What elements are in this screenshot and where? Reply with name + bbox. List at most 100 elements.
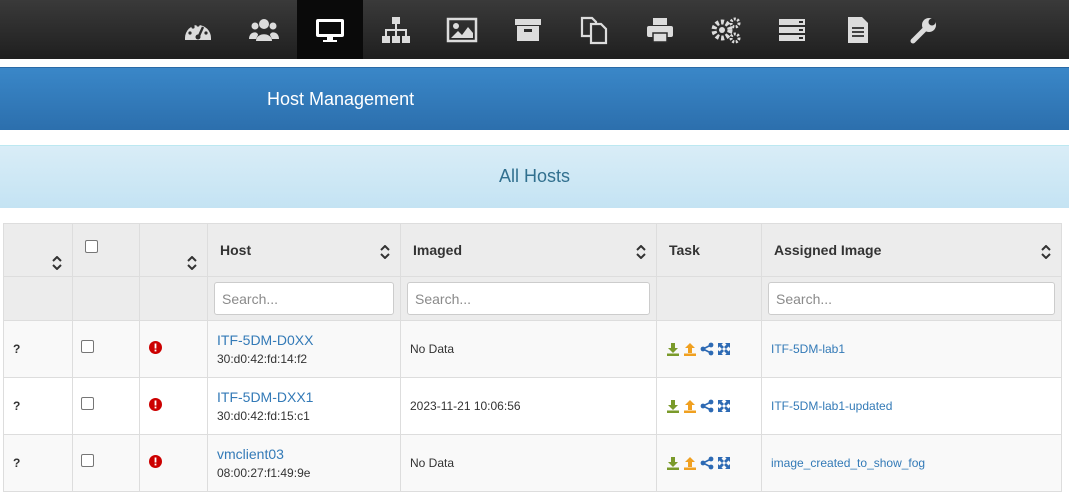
imaged-column-label: Imaged xyxy=(413,242,463,258)
sort-icon xyxy=(1041,245,1051,259)
nav-snapins[interactable] xyxy=(561,0,627,59)
select-cell xyxy=(72,377,140,435)
row-checkbox[interactable] xyxy=(81,340,94,354)
imaged-cell: No Data xyxy=(400,434,657,492)
state-cell xyxy=(139,320,208,378)
imaged-cell: No Data xyxy=(400,320,657,378)
host-status: ? xyxy=(13,342,21,356)
share-icon[interactable] xyxy=(700,399,714,413)
assigned-image-link[interactable]: ITF-5DM-lab1 xyxy=(771,342,845,356)
host-column-header[interactable]: Host xyxy=(207,223,401,277)
table-row: ? vmclient03 08:00:27:f1:49:9e No Data im… xyxy=(3,434,1062,492)
mac-address: 30:d0:42:fd:14:f2 xyxy=(217,352,308,366)
table-row: ? ITF-5DM-D0XX 30:d0:42:fd:14:f2 No Data … xyxy=(3,320,1062,378)
mac-address: 30:d0:42:fd:15:c1 xyxy=(217,409,310,423)
sort-icon xyxy=(52,256,62,270)
filter-cell xyxy=(3,276,73,321)
select-cell xyxy=(72,434,140,492)
task-column-label: Task xyxy=(669,242,700,258)
host-column-label: Host xyxy=(220,242,252,258)
status-column-header[interactable] xyxy=(3,223,73,277)
assigned-image-cell: ITF-5DM-lab1 xyxy=(761,320,1062,378)
host-cell: vmclient03 08:00:27:f1:49:9e xyxy=(207,434,401,492)
sort-icon xyxy=(380,245,390,259)
filter-cell xyxy=(761,276,1062,321)
row-checkbox[interactable] xyxy=(81,454,94,468)
host-cell: ITF-5DM-D0XX 30:d0:42:fd:14:f2 xyxy=(207,320,401,378)
task-cell xyxy=(656,377,762,435)
users-icon xyxy=(249,18,279,41)
host-name-link[interactable]: ITF-5DM-D0XX xyxy=(217,332,400,348)
error-icon xyxy=(149,341,162,354)
deploy-icon[interactable] xyxy=(666,456,680,470)
imaged-search-input[interactable] xyxy=(407,282,650,315)
host-cell: ITF-5DM-DXX1 30:d0:42:fd:15:c1 xyxy=(207,377,401,435)
host-status-cell: ? xyxy=(3,320,73,378)
filter-cell xyxy=(72,276,140,321)
hosts-table: Host Imaged Task Assigned Image ? ITF-5D… xyxy=(3,223,1062,492)
nav-dashboard[interactable] xyxy=(165,0,231,59)
nav-reports[interactable] xyxy=(825,0,891,59)
nav-tasks[interactable] xyxy=(759,0,825,59)
sort-icon xyxy=(187,256,197,270)
capture-icon[interactable] xyxy=(683,399,697,413)
task-column-header: Task xyxy=(656,223,762,277)
error-icon xyxy=(149,398,162,411)
images-icon xyxy=(446,17,478,42)
assigned-image-search-input[interactable] xyxy=(768,282,1055,315)
host-status: ? xyxy=(13,399,21,413)
error-icon xyxy=(149,455,162,468)
state-column-header[interactable] xyxy=(139,223,208,277)
nav-printers[interactable] xyxy=(627,0,693,59)
host-status: ? xyxy=(13,456,21,470)
select-cell xyxy=(72,320,140,378)
capture-icon[interactable] xyxy=(683,456,697,470)
hosts-icon xyxy=(316,18,344,42)
filter-cell xyxy=(139,276,208,321)
share-icon[interactable] xyxy=(700,456,714,470)
host-name-link[interactable]: ITF-5DM-DXX1 xyxy=(217,389,400,405)
assigned-image-column-label: Assigned Image xyxy=(774,242,882,258)
nav-storage[interactable] xyxy=(495,0,561,59)
task-cell xyxy=(656,434,762,492)
nav-settings[interactable] xyxy=(693,0,759,59)
table-row: ? ITF-5DM-DXX1 30:d0:42:fd:15:c1 2023-11-… xyxy=(3,377,1062,435)
nav-groups[interactable] xyxy=(363,0,429,59)
imaged-column-header[interactable]: Imaged xyxy=(400,223,657,277)
task-cell xyxy=(656,320,762,378)
state-cell xyxy=(139,377,208,435)
storage-icon xyxy=(515,18,541,41)
select-all-checkbox[interactable] xyxy=(85,240,98,253)
page-header: Host Management xyxy=(0,67,1069,130)
deploy-icon[interactable] xyxy=(666,399,680,413)
assigned-image-link[interactable]: ITF-5DM-lab1-updated xyxy=(771,399,892,413)
assigned-image-column-header[interactable]: Assigned Image xyxy=(761,223,1062,277)
table-filter-row xyxy=(3,276,1062,321)
advanced-icon[interactable] xyxy=(717,399,731,413)
host-name-link[interactable]: vmclient03 xyxy=(217,446,400,462)
state-cell xyxy=(139,434,208,492)
section-header: All Hosts xyxy=(0,145,1069,208)
assigned-image-cell: ITF-5DM-lab1-updated xyxy=(761,377,1062,435)
nav-plugins[interactable] xyxy=(891,0,957,59)
advanced-icon[interactable] xyxy=(717,342,731,356)
filter-cell xyxy=(400,276,657,321)
share-icon[interactable] xyxy=(700,342,714,356)
filter-cell xyxy=(207,276,401,321)
tasks-icon xyxy=(779,18,805,41)
assigned-image-link[interactable]: image_created_to_show_fog xyxy=(771,456,925,470)
wrench-icon xyxy=(910,17,936,43)
section-title: All Hosts xyxy=(498,166,570,186)
nav-users[interactable] xyxy=(231,0,297,59)
dashboard-icon xyxy=(185,22,211,40)
deploy-icon[interactable] xyxy=(666,342,680,356)
row-checkbox[interactable] xyxy=(81,397,94,411)
advanced-icon[interactable] xyxy=(717,456,731,470)
table-header-row: Host Imaged Task Assigned Image xyxy=(3,223,1062,277)
nav-images[interactable] xyxy=(429,0,495,59)
host-status-cell: ? xyxy=(3,434,73,492)
host-search-input[interactable] xyxy=(214,282,394,315)
nav-hosts[interactable] xyxy=(297,0,363,59)
capture-icon[interactable] xyxy=(683,342,697,356)
host-status-cell: ? xyxy=(3,377,73,435)
